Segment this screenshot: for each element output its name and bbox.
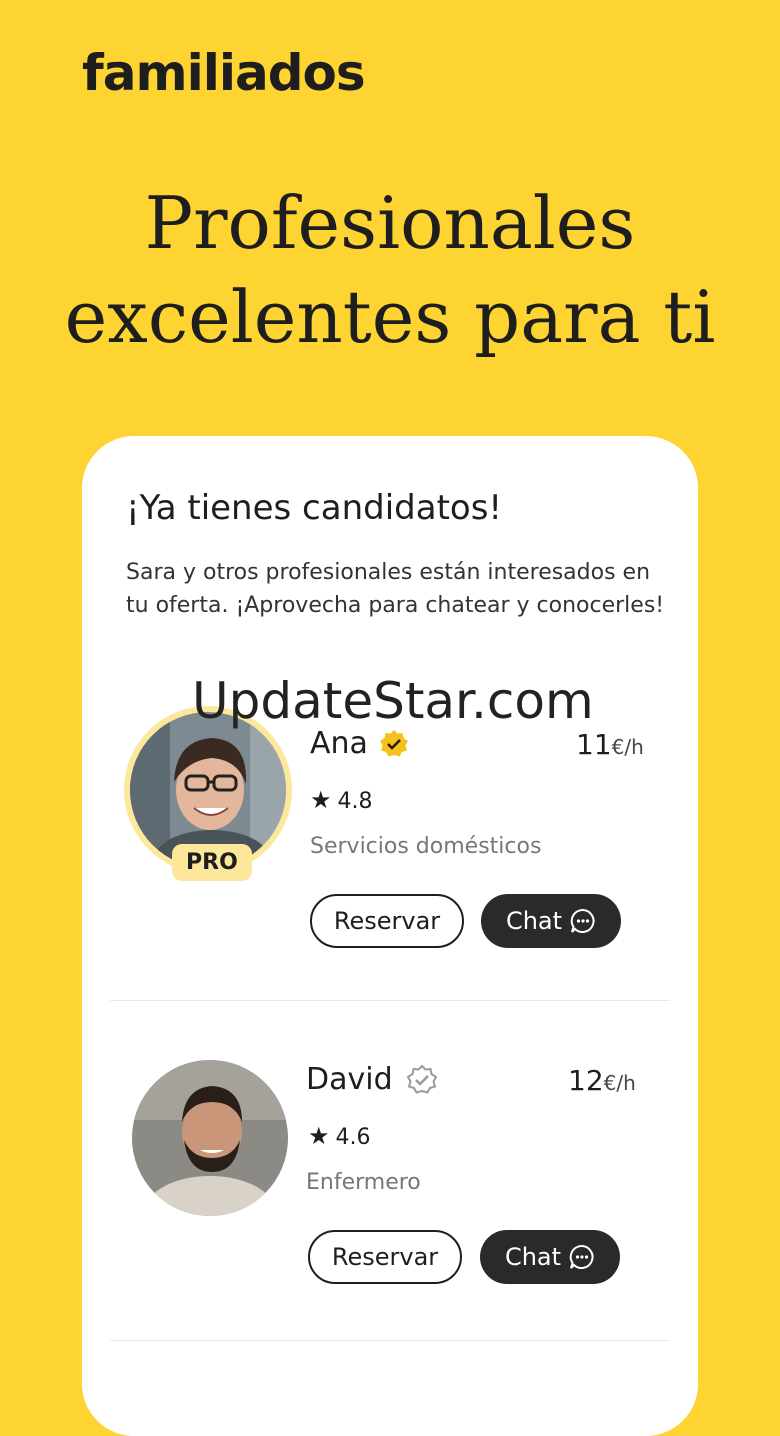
headline: Profesionales excelentes para ti xyxy=(0,176,780,364)
chat-bubble-icon xyxy=(569,1244,594,1269)
candidate-price: 12€/h xyxy=(568,1064,636,1097)
rating-value: 4.6 xyxy=(335,1125,371,1150)
candidate-service: Enfermero xyxy=(306,1170,421,1195)
candidate-card-ana[interactable]: PRO Ana 11€/h ★ 4.8 Servicios domésticos … xyxy=(82,704,698,1034)
reserve-label: Reservar xyxy=(333,907,441,935)
avatar-photo-david xyxy=(132,1060,288,1216)
headline-line-2: excelentes para ti xyxy=(64,275,716,359)
divider xyxy=(110,1000,670,1001)
chat-button[interactable]: Chat xyxy=(481,894,621,948)
star-icon: ★ xyxy=(310,786,332,814)
reserve-button[interactable]: Reservar xyxy=(310,894,464,948)
candidate-rating: ★ 4.6 xyxy=(308,1122,371,1150)
chat-label: Chat xyxy=(504,1243,562,1271)
candidate-service: Servicios domésticos xyxy=(310,834,542,859)
headline-line-1: Profesionales xyxy=(144,181,636,265)
candidate-price: 11€/h xyxy=(576,728,644,761)
candidate-card-david[interactable]: David 12€/h ★ 4.6 Enfermero Reservar Chat xyxy=(82,1040,698,1370)
verified-icon xyxy=(380,730,408,757)
reserve-button[interactable]: Reservar xyxy=(308,1230,462,1284)
candidate-name: Ana xyxy=(310,726,368,761)
star-icon: ★ xyxy=(308,1122,330,1150)
brand-logo: familiados xyxy=(82,44,366,102)
avatar[interactable] xyxy=(132,1060,288,1216)
price-value: 11 xyxy=(576,728,612,761)
divider xyxy=(110,1340,670,1341)
rating-value: 4.8 xyxy=(337,789,373,814)
chat-button[interactable]: Chat xyxy=(480,1230,620,1284)
verified-outline-icon xyxy=(406,1064,438,1094)
watermark: UpdateStar.com xyxy=(192,672,594,730)
card-description: Sara y otros profesionales están interes… xyxy=(126,560,665,618)
card-title: ¡Ya tienes candidatos! xyxy=(126,488,503,528)
chat-label: Chat xyxy=(505,907,563,935)
price-unit: €/h xyxy=(611,735,644,759)
chat-bubble-icon xyxy=(570,908,595,933)
candidate-name: David xyxy=(306,1062,393,1097)
price-value: 12 xyxy=(568,1064,604,1097)
reserve-label: Reservar xyxy=(331,1243,439,1271)
price-unit: €/h xyxy=(603,1071,636,1095)
candidates-card: ¡Ya tienes candidatos! Sara y otros prof… xyxy=(82,436,698,1436)
candidate-rating: ★ 4.8 xyxy=(310,786,373,814)
pro-badge: PRO xyxy=(172,844,252,881)
